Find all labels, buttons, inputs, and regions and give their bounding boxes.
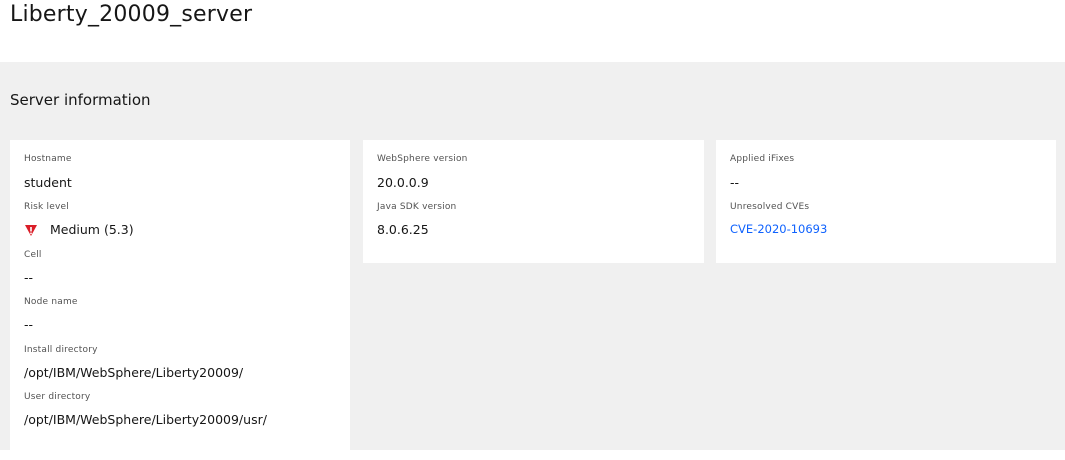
version-info-tile: WebSphere version 20.0.0.9 Java SDK vers… <box>363 140 704 263</box>
java-sdk-version-value: 8.0.6.25 <box>377 222 429 237</box>
section-title: Server information <box>10 91 151 109</box>
unresolved-cves-label: Unresolved CVEs <box>730 202 810 212</box>
websphere-version-label: WebSphere version <box>377 154 468 164</box>
install-directory-label: Install directory <box>24 345 98 355</box>
page-header: Liberty_20009_server <box>0 0 1065 62</box>
fixes-info-tile: Applied iFixes -- Unresolved CVEs CVE-20… <box>716 140 1056 263</box>
hostname-label: Hostname <box>24 154 72 164</box>
node-name-value: -- <box>24 317 34 332</box>
user-directory-value: /opt/IBM/WebSphere/Liberty20009/usr/ <box>24 412 267 427</box>
websphere-version-value: 20.0.0.9 <box>377 175 429 190</box>
risk-level-label: Risk level <box>24 202 69 212</box>
content-area: Server information Hostname student Risk… <box>0 62 1065 460</box>
server-info-tile: Hostname student Risk level Medium (5.3)… <box>10 140 350 460</box>
warning-triangle-icon <box>25 224 37 236</box>
install-directory-value: /opt/IBM/WebSphere/Liberty20009/ <box>24 365 244 380</box>
applied-ifixes-value: -- <box>730 175 740 190</box>
applied-ifixes-label: Applied iFixes <box>730 154 795 164</box>
cell-label: Cell <box>24 250 42 260</box>
risk-level-value: Medium (5.3) <box>50 222 134 237</box>
hostname-value: student <box>24 175 72 190</box>
cve-link[interactable]: CVE-2020-10693 <box>730 222 827 236</box>
risk-level-row: Medium (5.3) <box>24 222 134 237</box>
java-sdk-version-label: Java SDK version <box>377 202 457 212</box>
node-name-label: Node name <box>24 297 78 307</box>
page-title: Liberty_20009_server <box>10 2 253 27</box>
cell-value: -- <box>24 270 34 285</box>
user-directory-label: User directory <box>24 392 91 402</box>
